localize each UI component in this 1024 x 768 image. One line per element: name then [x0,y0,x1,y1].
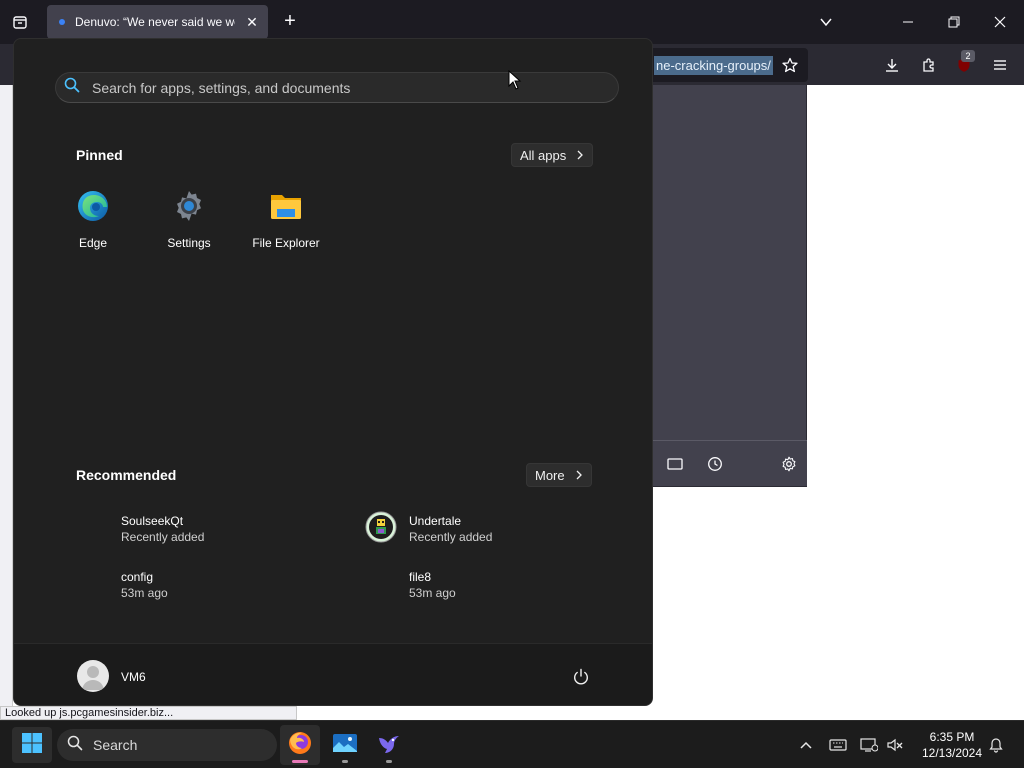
bookmark-star-icon[interactable] [780,55,800,75]
taskbar-clock[interactable]: 6:35 PM 12/13/2024 [914,729,990,761]
url-selected-text[interactable]: ne-cracking-groups/ [654,56,773,75]
recommended-sub: Recently added [409,530,493,544]
recommended-name: config [121,570,154,584]
recommended-sub: 53m ago [121,586,168,600]
history-clock-icon[interactable] [706,455,724,473]
recommended-item-config[interactable]: config 53m ago [121,570,381,610]
chevron-right-icon [575,468,583,483]
photos-app-icon [332,731,358,760]
taskbar-app-photos[interactable] [325,725,365,765]
close-window-icon[interactable] [990,12,1010,32]
tab-favicon-icon [59,19,65,25]
all-apps-label: All apps [520,147,567,163]
active-indicator [292,760,308,763]
soulseek-bird-icon [376,730,402,761]
clock-time: 6:35 PM [929,730,975,744]
taskbar: Search 6:35 PM 12/13/2024 [0,720,1024,768]
firefox-icon [287,730,313,761]
extension-badge: 2 [961,50,975,62]
edge-icon [76,189,110,228]
browser-status-text: Looked up js.pcgamesinsider.biz... [0,706,297,720]
recommended-name: Undertale [409,514,462,528]
search-placeholder: Search for apps, settings, and documents [92,79,351,96]
power-icon[interactable] [570,666,592,688]
taskbar-search-label: Search [93,737,138,753]
settings-gear-icon[interactable] [780,455,798,473]
start-button[interactable] [12,727,52,763]
all-apps-button[interactable]: All apps [511,143,594,167]
pinned-app-label: File Explorer [252,236,320,250]
recommended-item-undertale[interactable]: Undertale Recently added [409,514,652,554]
download-icon[interactable] [881,54,903,76]
user-avatar-icon[interactable] [77,660,109,692]
running-indicator [386,760,392,763]
windows-logo-icon [21,732,43,759]
pinned-app-file-explorer[interactable]: File Explorer [241,189,331,251]
start-search-input[interactable]: Search for apps, settings, and documents [55,72,619,103]
display-network-icon[interactable] [859,735,879,755]
more-label: More [535,467,565,483]
tab-close-icon[interactable]: ✕ [244,14,260,31]
recommended-item-file8[interactable]: file8 53m ago [409,570,652,610]
pinned-app-settings[interactable]: Settings [144,189,234,251]
tab-window-icon[interactable] [666,455,684,473]
user-name[interactable]: VM6 [121,670,146,684]
settings-gear-icon [172,189,206,228]
show-hidden-icons-chevron-icon[interactable] [796,735,816,755]
clock-date: 12/13/2024 [921,746,983,760]
recommended-sub: 53m ago [409,586,456,600]
volume-muted-icon[interactable] [885,735,905,755]
new-tab-button[interactable]: + [280,11,300,33]
minimize-icon[interactable] [898,12,918,32]
start-menu: Search for apps, settings, and documents… [13,38,653,706]
running-indicator [342,760,348,763]
keyboard-icon[interactable] [828,735,848,755]
pinned-app-edge[interactable]: Edge [48,189,138,251]
search-icon [64,77,80,98]
folder-icon [269,189,303,228]
browser-tab[interactable]: Denuvo: “We never said we were ✕ [47,5,268,39]
page-content-edge [0,85,13,706]
browser-dropdown-panel [652,85,807,487]
extensions-puzzle-icon[interactable] [918,54,940,76]
tab-list-icon[interactable] [8,10,32,34]
recommended-title: Recommended [76,467,177,483]
recommended-item-soulseekqt[interactable]: SoulseekQt Recently added [121,514,381,554]
pinned-title: Pinned [76,147,123,163]
recommended-name: SoulseekQt [121,514,184,528]
chevron-right-icon [576,148,584,163]
pinned-app-label: Settings [167,236,211,250]
pinned-app-label: Edge [78,236,108,250]
taskbar-app-soulseek[interactable] [369,725,409,765]
mouse-cursor-icon [508,69,522,90]
tab-title: Denuvo: “We never said we were [75,15,235,29]
recommended-sub: Recently added [121,530,205,544]
taskbar-app-firefox[interactable] [280,725,320,765]
search-icon [67,735,83,756]
restore-icon[interactable] [944,12,964,32]
tab-overflow-chevron-icon[interactable] [816,12,836,32]
recommended-name: file8 [409,570,432,584]
notification-bell-icon[interactable] [986,735,1006,755]
undertale-icon [365,511,397,543]
hamburger-menu-icon[interactable] [989,54,1011,76]
panel-footer [652,440,807,486]
taskbar-search-box[interactable]: Search [57,729,277,761]
start-menu-footer: VM6 [14,643,652,705]
more-button[interactable]: More [526,463,592,487]
